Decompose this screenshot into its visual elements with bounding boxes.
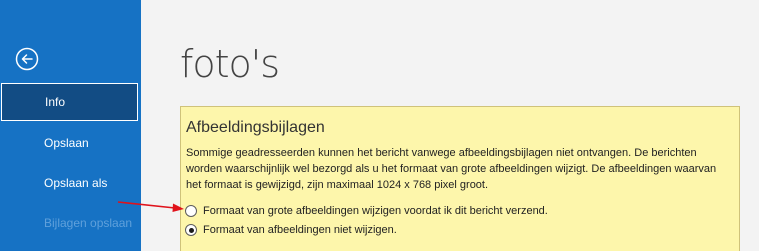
option-resize-images[interactable]: Formaat van grote afbeeldingen wijzigen …: [185, 202, 548, 220]
backstage-sidebar: Info Opslaan Opslaan als Bijlagen opslaa…: [0, 0, 141, 251]
red-arrow-annotation: [117, 201, 184, 212]
main-content: foto's Afbeeldingsbijlagen Sommige geadr…: [141, 0, 759, 251]
radio-do-not-resize[interactable]: [185, 224, 197, 236]
option-do-not-resize[interactable]: Formaat van afbeeldingen niet wijzigen.: [185, 221, 397, 239]
option-do-not-resize-label: Formaat van afbeeldingen niet wijzigen.: [203, 224, 397, 236]
page-title: foto's: [180, 42, 280, 86]
radio-resize-images[interactable]: [185, 205, 197, 217]
nav-item-info[interactable]: Info: [1, 83, 138, 121]
back-arrow-icon[interactable]: [15, 47, 39, 71]
option-resize-images-label: Formaat van grote afbeeldingen wijzigen …: [203, 205, 548, 217]
image-attachments-panel: Afbeeldingsbijlagen Sommige geadresseerd…: [180, 106, 740, 251]
nav-item-save[interactable]: Opslaan: [0, 124, 141, 162]
panel-description: Sommige geadresseerden kunnen het berich…: [186, 147, 717, 191]
nav-item-save-as[interactable]: Opslaan als: [0, 164, 141, 202]
panel-heading: Afbeeldingsbijlagen: [186, 119, 325, 136]
